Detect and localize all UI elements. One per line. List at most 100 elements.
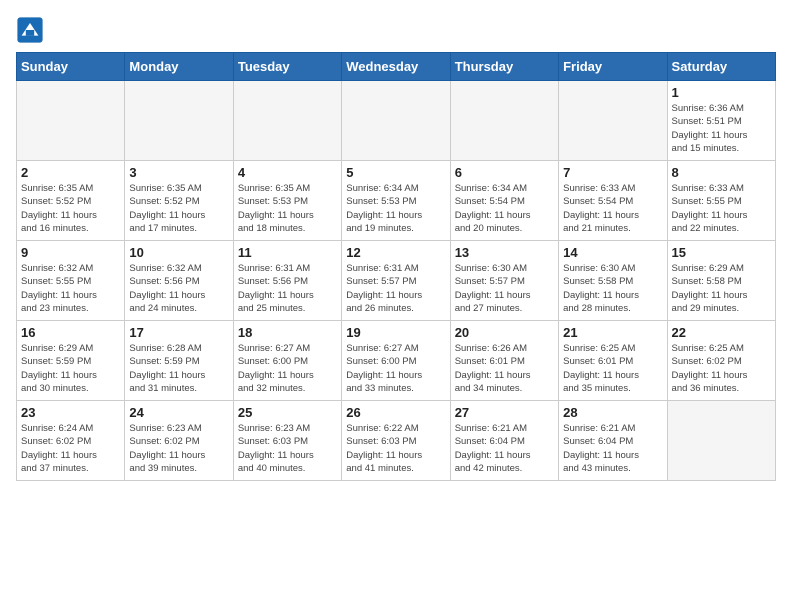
day-info: Sunrise: 6:35 AM Sunset: 5:53 PM Dayligh… bbox=[238, 182, 337, 235]
day-cell: 15 Sunrise: 6:29 AM Sunset: 5:58 PM Dayli… bbox=[667, 241, 775, 321]
day-cell bbox=[559, 81, 667, 161]
header-saturday: Saturday bbox=[667, 53, 775, 81]
day-cell: 14 Sunrise: 6:30 AM Sunset: 5:58 PM Dayli… bbox=[559, 241, 667, 321]
day-info: Sunrise: 6:25 AM Sunset: 6:01 PM Dayligh… bbox=[563, 342, 662, 395]
day-cell bbox=[17, 81, 125, 161]
day-info: Sunrise: 6:29 AM Sunset: 5:58 PM Dayligh… bbox=[672, 262, 771, 315]
day-cell: 10 Sunrise: 6:32 AM Sunset: 5:56 PM Dayli… bbox=[125, 241, 233, 321]
day-info: Sunrise: 6:22 AM Sunset: 6:03 PM Dayligh… bbox=[346, 422, 445, 475]
day-number: 4 bbox=[238, 165, 337, 180]
day-info: Sunrise: 6:26 AM Sunset: 6:01 PM Dayligh… bbox=[455, 342, 554, 395]
day-info: Sunrise: 6:32 AM Sunset: 5:55 PM Dayligh… bbox=[21, 262, 120, 315]
day-info: Sunrise: 6:35 AM Sunset: 5:52 PM Dayligh… bbox=[21, 182, 120, 235]
day-cell bbox=[233, 81, 341, 161]
day-number: 20 bbox=[455, 325, 554, 340]
day-number: 27 bbox=[455, 405, 554, 420]
header-sunday: Sunday bbox=[17, 53, 125, 81]
day-info: Sunrise: 6:30 AM Sunset: 5:57 PM Dayligh… bbox=[455, 262, 554, 315]
header-thursday: Thursday bbox=[450, 53, 558, 81]
day-cell: 18 Sunrise: 6:27 AM Sunset: 6:00 PM Dayli… bbox=[233, 321, 341, 401]
day-cell bbox=[667, 401, 775, 481]
day-number: 13 bbox=[455, 245, 554, 260]
day-cell: 2 Sunrise: 6:35 AM Sunset: 5:52 PM Daylig… bbox=[17, 161, 125, 241]
day-cell: 3 Sunrise: 6:35 AM Sunset: 5:52 PM Daylig… bbox=[125, 161, 233, 241]
day-cell: 23 Sunrise: 6:24 AM Sunset: 6:02 PM Dayli… bbox=[17, 401, 125, 481]
day-number: 5 bbox=[346, 165, 445, 180]
day-number: 16 bbox=[21, 325, 120, 340]
day-cell: 17Sunrise: 6:28 AM Sunset: 5:59 PM Dayli… bbox=[125, 321, 233, 401]
day-info: Sunrise: 6:35 AM Sunset: 5:52 PM Dayligh… bbox=[129, 182, 228, 235]
day-cell bbox=[450, 81, 558, 161]
day-info: Sunrise: 6:23 AM Sunset: 6:02 PM Dayligh… bbox=[129, 422, 228, 475]
day-info: Sunrise: 6:21 AM Sunset: 6:04 PM Dayligh… bbox=[563, 422, 662, 475]
day-number: 15 bbox=[672, 245, 771, 260]
day-cell: 26 Sunrise: 6:22 AM Sunset: 6:03 PM Dayli… bbox=[342, 401, 450, 481]
day-info: Sunrise: 6:32 AM Sunset: 5:56 PM Dayligh… bbox=[129, 262, 228, 315]
day-number: 3 bbox=[129, 165, 228, 180]
day-info: Sunrise: 6:27 AM Sunset: 6:00 PM Dayligh… bbox=[238, 342, 337, 395]
logo bbox=[16, 16, 48, 44]
day-cell: 22 Sunrise: 6:25 AM Sunset: 6:02 PM Dayli… bbox=[667, 321, 775, 401]
day-info: Sunrise: 6:34 AM Sunset: 5:53 PM Dayligh… bbox=[346, 182, 445, 235]
day-cell: 27 Sunrise: 6:21 AM Sunset: 6:04 PM Dayli… bbox=[450, 401, 558, 481]
day-cell: 16 Sunrise: 6:29 AM Sunset: 5:59 PM Dayli… bbox=[17, 321, 125, 401]
day-number: 25 bbox=[238, 405, 337, 420]
day-cell bbox=[125, 81, 233, 161]
week-row-0: 1 Sunrise: 6:36 AM Sunset: 5:51 PM Daylig… bbox=[17, 81, 776, 161]
day-info: Sunrise: 6:34 AM Sunset: 5:54 PM Dayligh… bbox=[455, 182, 554, 235]
day-number: 18 bbox=[238, 325, 337, 340]
day-number: 21 bbox=[563, 325, 662, 340]
day-info: Sunrise: 6:31 AM Sunset: 5:57 PM Dayligh… bbox=[346, 262, 445, 315]
day-number: 22 bbox=[672, 325, 771, 340]
day-number: 10 bbox=[129, 245, 228, 260]
day-number: 19 bbox=[346, 325, 445, 340]
day-cell: 11 Sunrise: 6:31 AM Sunset: 5:56 PM Dayli… bbox=[233, 241, 341, 321]
day-number: 24 bbox=[129, 405, 228, 420]
day-info: Sunrise: 6:29 AM Sunset: 5:59 PM Dayligh… bbox=[21, 342, 120, 395]
day-number: 17 bbox=[129, 325, 228, 340]
header-friday: Friday bbox=[559, 53, 667, 81]
day-cell: 13 Sunrise: 6:30 AM Sunset: 5:57 PM Dayli… bbox=[450, 241, 558, 321]
day-info: Sunrise: 6:23 AM Sunset: 6:03 PM Dayligh… bbox=[238, 422, 337, 475]
header-wednesday: Wednesday bbox=[342, 53, 450, 81]
day-info: Sunrise: 6:24 AM Sunset: 6:02 PM Dayligh… bbox=[21, 422, 120, 475]
day-cell: 20 Sunrise: 6:26 AM Sunset: 6:01 PM Dayli… bbox=[450, 321, 558, 401]
day-cell: 12 Sunrise: 6:31 AM Sunset: 5:57 PM Dayli… bbox=[342, 241, 450, 321]
day-number: 23 bbox=[21, 405, 120, 420]
day-cell: 1 Sunrise: 6:36 AM Sunset: 5:51 PM Daylig… bbox=[667, 81, 775, 161]
day-cell: 6 Sunrise: 6:34 AM Sunset: 5:54 PM Daylig… bbox=[450, 161, 558, 241]
header-tuesday: Tuesday bbox=[233, 53, 341, 81]
day-number: 2 bbox=[21, 165, 120, 180]
day-info: Sunrise: 6:33 AM Sunset: 5:55 PM Dayligh… bbox=[672, 182, 771, 235]
day-number: 11 bbox=[238, 245, 337, 260]
day-number: 14 bbox=[563, 245, 662, 260]
day-info: Sunrise: 6:21 AM Sunset: 6:04 PM Dayligh… bbox=[455, 422, 554, 475]
day-number: 1 bbox=[672, 85, 771, 100]
day-cell bbox=[342, 81, 450, 161]
day-info: Sunrise: 6:27 AM Sunset: 6:00 PM Dayligh… bbox=[346, 342, 445, 395]
week-row-2: 9 Sunrise: 6:32 AM Sunset: 5:55 PM Daylig… bbox=[17, 241, 776, 321]
day-cell: 9 Sunrise: 6:32 AM Sunset: 5:55 PM Daylig… bbox=[17, 241, 125, 321]
day-cell: 21 Sunrise: 6:25 AM Sunset: 6:01 PM Dayli… bbox=[559, 321, 667, 401]
calendar-header-row: SundayMondayTuesdayWednesdayThursdayFrid… bbox=[17, 53, 776, 81]
day-number: 7 bbox=[563, 165, 662, 180]
day-cell: 7 Sunrise: 6:33 AM Sunset: 5:54 PM Daylig… bbox=[559, 161, 667, 241]
day-info: Sunrise: 6:31 AM Sunset: 5:56 PM Dayligh… bbox=[238, 262, 337, 315]
day-cell: 5 Sunrise: 6:34 AM Sunset: 5:53 PM Daylig… bbox=[342, 161, 450, 241]
day-number: 12 bbox=[346, 245, 445, 260]
header-monday: Monday bbox=[125, 53, 233, 81]
day-info: Sunrise: 6:36 AM Sunset: 5:51 PM Dayligh… bbox=[672, 102, 771, 155]
day-info: Sunrise: 6:25 AM Sunset: 6:02 PM Dayligh… bbox=[672, 342, 771, 395]
day-cell: 24 Sunrise: 6:23 AM Sunset: 6:02 PM Dayli… bbox=[125, 401, 233, 481]
day-number: 26 bbox=[346, 405, 445, 420]
day-cell: 8 Sunrise: 6:33 AM Sunset: 5:55 PM Daylig… bbox=[667, 161, 775, 241]
day-info: Sunrise: 6:30 AM Sunset: 5:58 PM Dayligh… bbox=[563, 262, 662, 315]
day-cell: 25 Sunrise: 6:23 AM Sunset: 6:03 PM Dayli… bbox=[233, 401, 341, 481]
day-number: 6 bbox=[455, 165, 554, 180]
week-row-3: 16 Sunrise: 6:29 AM Sunset: 5:59 PM Dayli… bbox=[17, 321, 776, 401]
day-number: 8 bbox=[672, 165, 771, 180]
week-row-4: 23 Sunrise: 6:24 AM Sunset: 6:02 PM Dayli… bbox=[17, 401, 776, 481]
day-number: 9 bbox=[21, 245, 120, 260]
day-info: Sunrise: 6:33 AM Sunset: 5:54 PM Dayligh… bbox=[563, 182, 662, 235]
day-cell: 19 Sunrise: 6:27 AM Sunset: 6:00 PM Dayli… bbox=[342, 321, 450, 401]
